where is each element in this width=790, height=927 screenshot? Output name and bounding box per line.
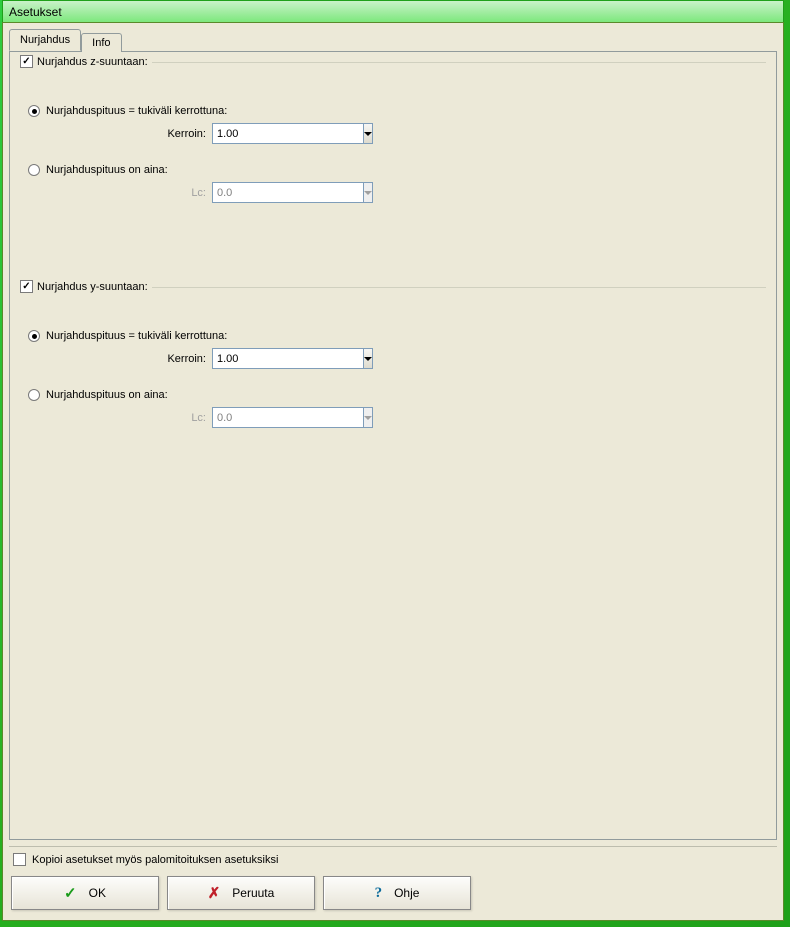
radio-y-opt1-row: Nurjahduspituus = tukiväli kerrottuna: (28, 330, 764, 342)
combo-z-lc-button (363, 182, 373, 203)
radio-z-opt1[interactable] (28, 105, 40, 117)
input-y-lc (212, 407, 363, 428)
tabstrip: Nurjahdus Info (9, 29, 777, 51)
check-icon: ✓ (64, 884, 77, 902)
combo-z-lc (212, 182, 362, 203)
bottom-panel: Kopioi asetukset myös palomitoituksen as… (9, 846, 777, 914)
help-button-label: Ohje (394, 886, 419, 900)
radio-z-opt2-label: Nurjahduspituus on aina: (46, 164, 168, 176)
radio-y-opt1[interactable] (28, 330, 40, 342)
label-copy-palo: Kopioi asetukset myös palomitoituksen as… (32, 854, 278, 866)
client-area: Nurjahdus Info Nurjahdus z-suuntaan: Nur… (2, 22, 784, 921)
group-y-legend: Nurjahdus y-suuntaan: (20, 280, 152, 293)
group-z-legend-text: Nurjahdus z-suuntaan: (37, 56, 148, 68)
copy-row: Kopioi asetukset myös palomitoituksen as… (13, 853, 773, 866)
input-z-kerroin[interactable] (212, 123, 363, 144)
chevron-down-icon (364, 191, 372, 195)
ok-button[interactable]: ✓ OK (11, 876, 159, 910)
window-title: Asetukset (9, 5, 62, 19)
cancel-button[interactable]: ✗ Peruuta (167, 876, 315, 910)
radio-y-opt2-row: Nurjahduspituus on aina: (28, 389, 764, 401)
close-icon: ✗ (208, 884, 221, 902)
radio-z-opt2-row: Nurjahduspituus on aina: (28, 164, 764, 176)
tab-nurjahdus[interactable]: Nurjahdus (9, 29, 81, 51)
input-y-kerroin[interactable] (212, 348, 363, 369)
group-y-legend-text: Nurjahdus y-suuntaan: (37, 281, 148, 293)
label-z-kerroin: Kerroin: (42, 128, 212, 140)
cancel-button-label: Peruuta (232, 886, 274, 900)
combo-y-kerroin-button[interactable] (363, 348, 373, 369)
help-icon: ? (375, 885, 383, 902)
radio-z-opt1-row: Nurjahduspituus = tukiväli kerrottuna: (28, 105, 764, 117)
group-y: Nurjahdus y-suuntaan: Nurjahduspituus = … (20, 287, 766, 442)
radio-z-opt1-label: Nurjahduspituus = tukiväli kerrottuna: (46, 105, 227, 117)
combo-z-kerroin[interactable] (212, 123, 362, 144)
label-y-lc: Lc: (42, 412, 212, 424)
combo-z-kerroin-button[interactable] (363, 123, 373, 144)
radio-y-opt1-label: Nurjahduspituus = tukiväli kerrottuna: (46, 330, 227, 342)
checkbox-y-enable[interactable] (20, 280, 33, 293)
label-y-kerroin: Kerroin: (42, 353, 212, 365)
radio-z-opt2[interactable] (28, 164, 40, 176)
radio-y-opt2[interactable] (28, 389, 40, 401)
chevron-down-icon (364, 132, 372, 136)
help-button[interactable]: ? Ohje (323, 876, 471, 910)
window-titlebar: Asetukset (2, 0, 784, 22)
combo-y-kerroin[interactable] (212, 348, 362, 369)
radio-y-opt2-label: Nurjahduspituus on aina: (46, 389, 168, 401)
ok-button-label: OK (89, 886, 106, 900)
combo-y-lc (212, 407, 362, 428)
tab-info[interactable]: Info (81, 33, 121, 52)
tab-info-label: Info (92, 37, 110, 49)
label-z-lc: Lc: (42, 187, 212, 199)
chevron-down-icon (364, 416, 372, 420)
chevron-down-icon (364, 357, 372, 361)
input-z-lc (212, 182, 363, 203)
group-z-legend: Nurjahdus z-suuntaan: (20, 55, 152, 68)
tab-nurjahdus-label: Nurjahdus (20, 34, 70, 46)
button-row: ✓ OK ✗ Peruuta ? Ohje (9, 872, 777, 914)
checkbox-z-enable[interactable] (20, 55, 33, 68)
combo-y-lc-button (363, 407, 373, 428)
checkbox-copy-palo[interactable] (13, 853, 26, 866)
tab-body: Nurjahdus z-suuntaan: Nurjahduspituus = … (9, 51, 777, 840)
group-z: Nurjahdus z-suuntaan: Nurjahduspituus = … (20, 62, 766, 267)
